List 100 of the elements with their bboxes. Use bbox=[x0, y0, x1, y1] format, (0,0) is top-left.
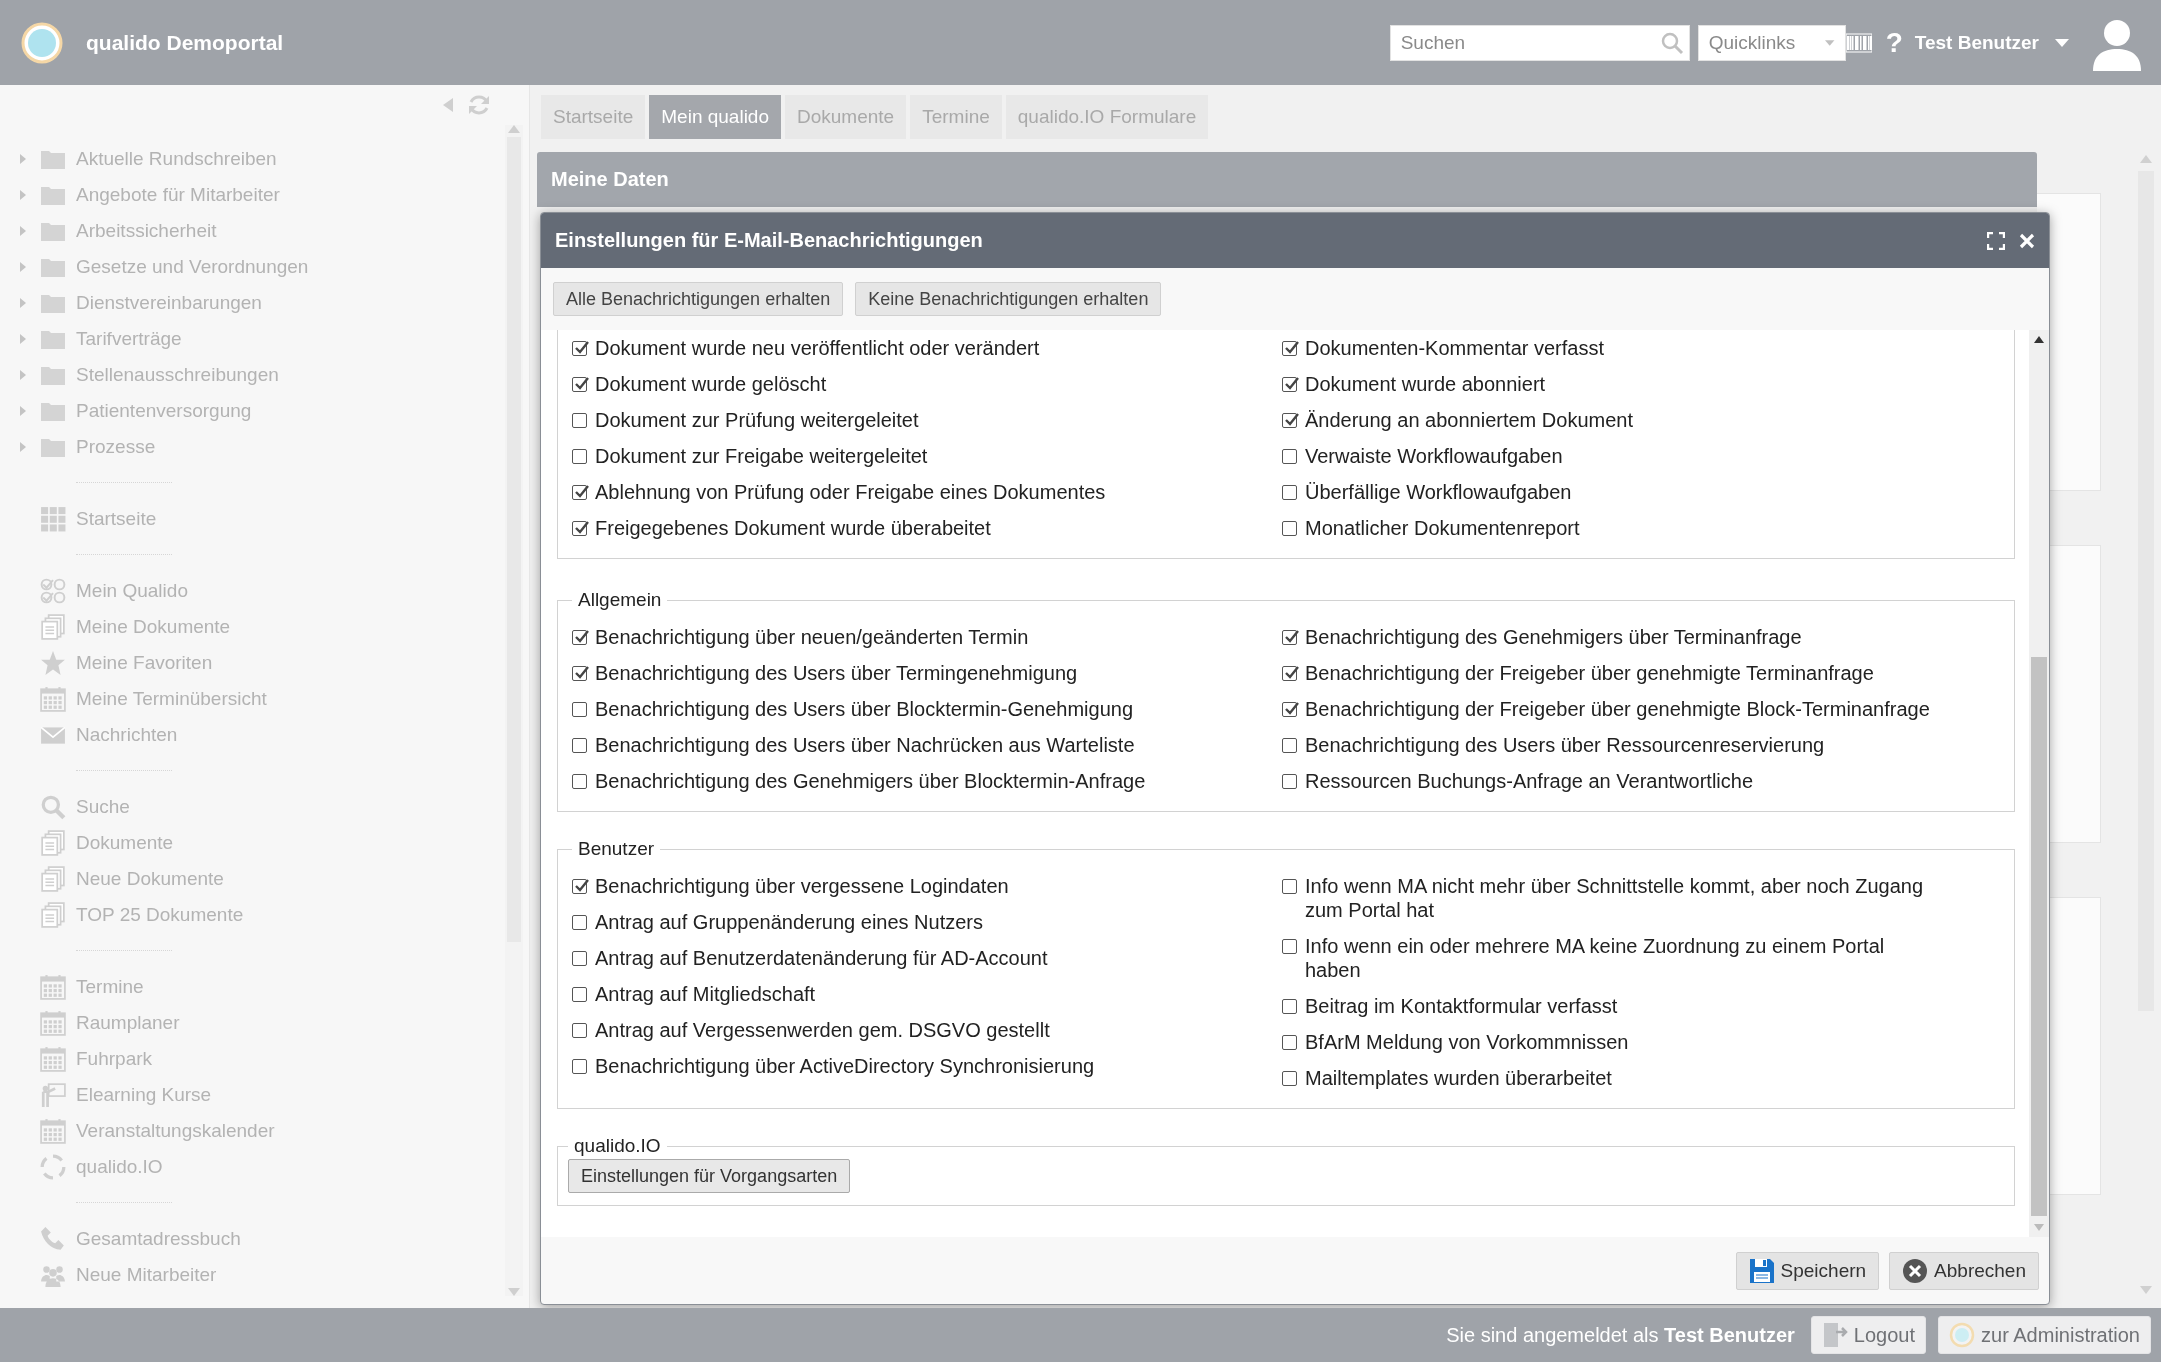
action-button[interactable]: Alle Benachrichtigungen erhalten bbox=[553, 282, 844, 316]
checkbox[interactable] bbox=[1282, 521, 1297, 536]
documents-icon bbox=[40, 614, 66, 640]
checkbox[interactable] bbox=[572, 738, 587, 753]
checkbox[interactable] bbox=[1282, 413, 1297, 428]
cancel-button[interactable]: Abbrechen bbox=[1889, 1251, 2039, 1290]
tab[interactable]: qualido.IO Formulare bbox=[1005, 95, 1209, 139]
checkbox[interactable] bbox=[1282, 939, 1297, 954]
tab[interactable]: Termine bbox=[910, 95, 1002, 139]
folder-item[interactable]: Dienstvereinbarungen bbox=[76, 292, 262, 314]
checkbox[interactable] bbox=[1282, 341, 1297, 356]
nav-item[interactable]: Nachrichten bbox=[76, 724, 178, 746]
checkbox-label: Ablehnung von Prüfung oder Freigabe eines Dokumentes bbox=[595, 480, 1106, 504]
checkbox[interactable] bbox=[572, 341, 587, 356]
checkbox[interactable] bbox=[1282, 377, 1297, 392]
folder-item[interactable]: Gesetze und Verordnungen bbox=[76, 256, 309, 278]
checkbox[interactable] bbox=[572, 449, 587, 464]
checkbox[interactable] bbox=[1282, 666, 1297, 681]
checkbox-label: Dokument wurde abonniert bbox=[1305, 372, 1546, 396]
nav-item[interactable]: Raumplaner bbox=[76, 1012, 180, 1034]
logout-button[interactable]: Logout bbox=[1810, 1316, 1927, 1354]
tab[interactable]: Startseite bbox=[541, 95, 646, 139]
check-icon bbox=[1283, 340, 1299, 356]
administration-button[interactable]: zur Administration bbox=[1938, 1316, 2151, 1354]
checkbox-label: Benachrichtigung des Users über Blocktermin-Genehmigung bbox=[595, 697, 1134, 721]
checkbox[interactable] bbox=[1282, 738, 1297, 753]
documents-icon bbox=[40, 902, 66, 928]
checkbox[interactable] bbox=[1282, 1035, 1297, 1050]
checkbox[interactable] bbox=[1282, 702, 1297, 717]
nav-item[interactable]: Fuhrpark bbox=[76, 1048, 153, 1070]
checkbox[interactable] bbox=[572, 630, 587, 645]
check-icon bbox=[573, 629, 589, 645]
checkbox[interactable] bbox=[1282, 879, 1297, 894]
action-button[interactable]: Keine Benachrichtigungen erhalten bbox=[855, 282, 1162, 316]
nav-item[interactable]: Veranstaltungskalender bbox=[76, 1120, 275, 1142]
checkbox[interactable] bbox=[572, 879, 587, 894]
folder-item[interactable]: Stellenausschreibungen bbox=[76, 364, 279, 386]
nav-item[interactable]: Meine Dokumente bbox=[76, 616, 231, 638]
checkbox[interactable] bbox=[572, 702, 587, 717]
checkbox[interactable] bbox=[572, 521, 587, 536]
folder-item[interactable]: Aktuelle Rundschreiben bbox=[76, 148, 277, 170]
checkbox[interactable] bbox=[572, 951, 587, 966]
portal-title: qualido Demoportal bbox=[86, 30, 284, 55]
checkbox[interactable] bbox=[1282, 630, 1297, 645]
folder-item[interactable]: Patientenversorgung bbox=[76, 400, 252, 422]
tab[interactable]: Dokumente bbox=[785, 95, 907, 139]
checkbox-label: Dokument wurde gelöscht bbox=[595, 372, 827, 396]
section-title: Allgemein bbox=[577, 589, 663, 611]
nav-item[interactable]: Termine bbox=[76, 976, 144, 998]
checkbox[interactable] bbox=[572, 1059, 587, 1074]
check-icon bbox=[573, 665, 589, 681]
nav-item[interactable]: qualido.IO bbox=[76, 1156, 163, 1178]
checkbox[interactable] bbox=[572, 774, 587, 789]
nav-item[interactable]: Dokumente bbox=[76, 832, 174, 854]
checkbox[interactable] bbox=[572, 413, 587, 428]
nav-item[interactable]: Mein Qualido bbox=[76, 580, 188, 602]
checkbox[interactable] bbox=[572, 485, 587, 500]
nav-item[interactable]: Startseite bbox=[76, 508, 157, 530]
nav-item[interactable]: Neue Dokumente bbox=[76, 868, 224, 890]
folder-item[interactable]: Tarifverträge bbox=[76, 328, 182, 350]
checkbox[interactable] bbox=[1282, 774, 1297, 789]
nav-item[interactable]: Neue Mitarbeiter bbox=[76, 1264, 217, 1286]
save-button[interactable]: Speichern bbox=[1735, 1251, 1880, 1290]
maximize-icon[interactable] bbox=[1987, 231, 2005, 250]
check-icon bbox=[573, 376, 589, 392]
nav-item[interactable]: Meine Terminübersicht bbox=[76, 688, 267, 710]
nav-item[interactable]: TOP 25 Dokumente bbox=[76, 904, 244, 926]
check-icon bbox=[1283, 412, 1299, 428]
close-icon[interactable] bbox=[2019, 232, 2035, 249]
nav-item[interactable]: Elearning Kurse bbox=[76, 1084, 212, 1106]
search-field[interactable]: Suchen bbox=[1389, 24, 1690, 61]
phone-icon bbox=[40, 1226, 66, 1252]
folder-item[interactable]: Arbeitssicherheit bbox=[76, 220, 217, 242]
checkbox[interactable] bbox=[572, 1023, 587, 1038]
nav-item[interactable]: Gesamtadressbuch bbox=[76, 1228, 241, 1250]
checkbox[interactable] bbox=[572, 666, 587, 681]
checkbox[interactable] bbox=[572, 987, 587, 1002]
scrollbar[interactable] bbox=[2029, 330, 2049, 1237]
nav-item[interactable]: Meine Favoriten bbox=[76, 652, 213, 674]
search-icon bbox=[40, 794, 66, 820]
folder-item[interactable]: Angebote für Mitarbeiter bbox=[76, 184, 280, 206]
scroll-up-icon[interactable] bbox=[2034, 336, 2044, 343]
checkbox-label: Ressourcen Buchungs-Anfrage an Verantwortliche bbox=[1305, 769, 1754, 793]
check-icon bbox=[573, 520, 589, 536]
folder-item[interactable]: Prozesse bbox=[76, 436, 156, 458]
quicklinks-dropdown[interactable]: Quicklinks bbox=[1697, 24, 1846, 61]
checkbox-label: Überfällige Workflowaufgaben bbox=[1305, 480, 1572, 504]
user-menu[interactable]: Test Benutzer bbox=[1914, 31, 2069, 54]
checkbox[interactable] bbox=[1282, 449, 1297, 464]
check-icon bbox=[1283, 376, 1299, 392]
checkbox[interactable] bbox=[572, 915, 587, 930]
tab[interactable]: Mein qualido bbox=[649, 95, 781, 139]
checkbox[interactable] bbox=[1282, 1071, 1297, 1086]
checkbox[interactable] bbox=[572, 377, 587, 392]
checkbox[interactable] bbox=[1282, 999, 1297, 1014]
settings-button[interactable]: Einstellungen für Vorgangsarten bbox=[568, 1159, 851, 1193]
folder-icon bbox=[40, 220, 66, 242]
checkbox[interactable] bbox=[1282, 485, 1297, 500]
help-icon[interactable]: ? bbox=[1885, 26, 1903, 59]
nav-item[interactable]: Suche bbox=[76, 796, 130, 818]
